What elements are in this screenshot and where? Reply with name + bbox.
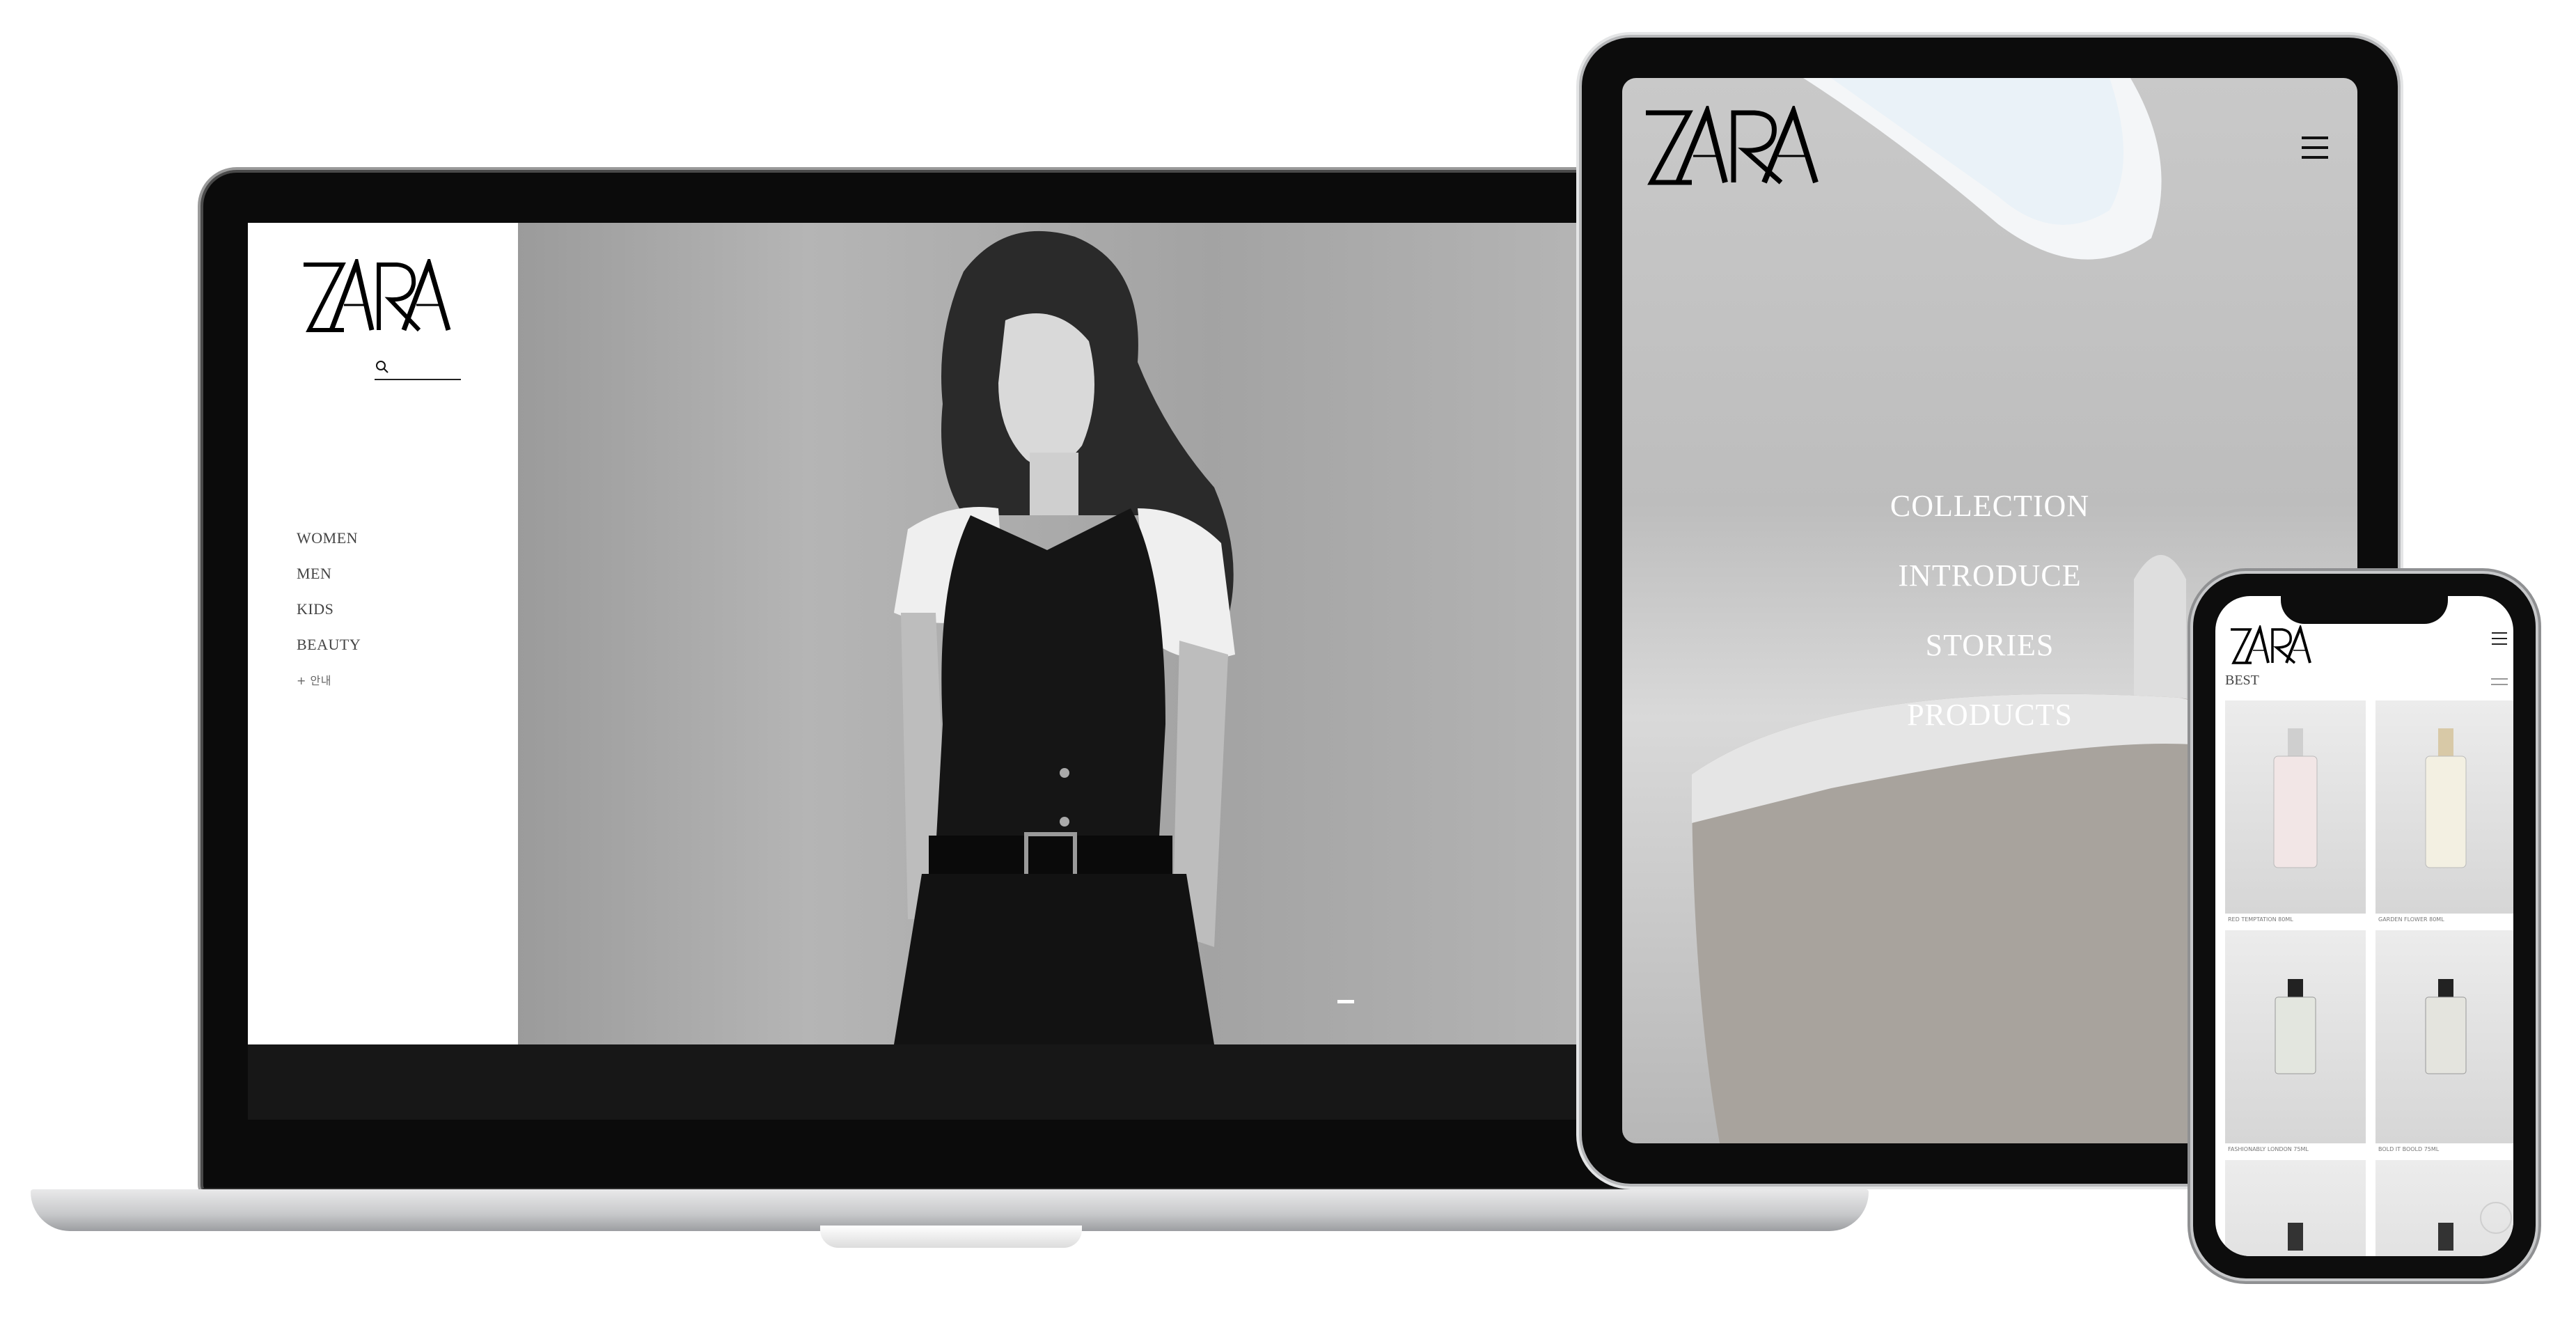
laptop-screen: WOMEN MEN KIDS BEAUTY + 안내 <box>248 223 1675 1120</box>
sidebar: WOMEN MEN KIDS BEAUTY + 안내 <box>248 223 518 1044</box>
product-card[interactable] <box>2225 1160 2366 1256</box>
perfume-bottle-image <box>2275 979 2316 1074</box>
product-name: RED TEMPTATION 80ML <box>2228 916 2293 923</box>
product-name: FASHIONABLY LONDON 75ML <box>2228 1146 2309 1152</box>
scroll-top-button[interactable] <box>2480 1202 2512 1234</box>
product-card[interactable] <box>2375 700 2513 914</box>
zara-logo[interactable] <box>1640 106 1825 189</box>
perfume-bottle-image <box>2425 979 2467 1074</box>
main-nav: WOMEN MEN KIDS BEAUTY + 안내 <box>297 529 361 705</box>
phone-notch <box>2281 585 2448 624</box>
perfume-bottle-image <box>2425 728 2467 868</box>
nav-item-women[interactable]: WOMEN <box>297 529 361 547</box>
nav-item-collection[interactable]: COLLECTION <box>1622 489 2357 524</box>
product-card[interactable] <box>2225 700 2366 914</box>
zara-logo[interactable] <box>299 259 455 337</box>
search-input[interactable] <box>375 358 461 380</box>
hamburger-menu-icon[interactable] <box>2300 135 2330 160</box>
slider-indicator[interactable] <box>1337 1000 1354 1003</box>
product-card[interactable] <box>2375 930 2513 1143</box>
product-card[interactable] <box>2225 930 2366 1143</box>
product-name: BOLD IT BOOLD 75ML <box>2378 1146 2440 1152</box>
perfume-bottle-image <box>2273 728 2318 868</box>
footer-bar <box>248 1044 1675 1120</box>
nav-item-guide[interactable]: + 안내 <box>297 671 361 688</box>
nav-item-kids[interactable]: KIDS <box>297 600 361 618</box>
product-name: GARDEN FLOWER 80ML <box>2378 916 2444 923</box>
hero-image <box>518 223 1675 1044</box>
section-title: BEST <box>2225 673 2259 688</box>
nav-item-beauty[interactable]: BEAUTY <box>297 636 361 654</box>
laptop-notch <box>820 1226 1082 1248</box>
zara-logo[interactable] <box>2228 625 2313 667</box>
nav-item-men[interactable]: MEN <box>297 565 361 583</box>
sort-icon[interactable] <box>2491 678 2508 685</box>
hamburger-menu-icon[interactable] <box>2491 631 2508 646</box>
laptop-base <box>31 1189 1869 1231</box>
perfume-bottle-image <box>2288 1223 2303 1251</box>
search-icon <box>376 361 388 373</box>
phone-screen: BEST RED TEMPTATION 80ML GARDEN FLOWER 8… <box>2215 596 2513 1256</box>
model-photo <box>894 230 1235 1044</box>
